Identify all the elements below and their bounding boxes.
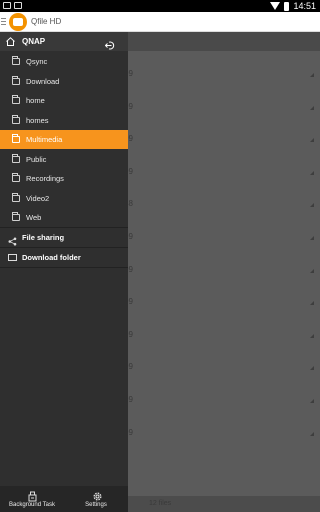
corner-indicator-icon bbox=[310, 105, 314, 110]
list-item[interactable]: 09 bbox=[124, 153, 320, 185]
list-item[interactable]: 09 bbox=[124, 316, 320, 348]
folder-icon bbox=[12, 56, 20, 65]
folder-icon bbox=[12, 114, 20, 124]
qfile-logo-icon[interactable] bbox=[9, 13, 27, 31]
corner-indicator-icon bbox=[310, 333, 314, 338]
files-count: 12 files bbox=[149, 500, 172, 507]
drawer-bottom-bar: Background Task Settings bbox=[0, 486, 128, 512]
list-item[interactable]: 09 bbox=[124, 55, 320, 87]
drawer-item-label: homes bbox=[26, 115, 49, 125]
navigation-drawer: QNAP Qsync Download home homes Multimedia Pub… bbox=[0, 32, 128, 512]
app-title: Qfile HD bbox=[31, 17, 62, 26]
drawer-item-home[interactable]: home bbox=[0, 91, 128, 110]
drawer-item-qsync[interactable]: Qsync bbox=[0, 52, 128, 71]
background-task-label: Background Task bbox=[9, 502, 55, 508]
drawer-item-download[interactable]: Download bbox=[0, 72, 128, 91]
list-item[interactable]: 09 bbox=[124, 120, 320, 152]
list-item[interactable]: 09 bbox=[124, 218, 320, 250]
folder-icon bbox=[12, 95, 20, 104]
drawer-item-label: Download bbox=[26, 76, 60, 86]
file-sharing-item[interactable]: File sharing bbox=[0, 228, 128, 247]
drawer-item-homes[interactable]: homes bbox=[0, 111, 128, 130]
file-sharing-label: File sharing bbox=[22, 233, 65, 242]
drawer-item-recordings[interactable]: Recordings bbox=[0, 169, 128, 188]
app-notification-icon bbox=[14, 2, 22, 9]
drawer-item-label: Recordings bbox=[26, 174, 64, 183]
folder-icon bbox=[12, 173, 20, 182]
settings-label: Settings bbox=[85, 502, 107, 508]
status-bar: 14:51 bbox=[0, 0, 320, 12]
folder-icon bbox=[12, 192, 20, 202]
list-item[interactable]: 09 bbox=[124, 414, 320, 446]
drawer-item-video2[interactable]: Video2 bbox=[0, 189, 128, 208]
drawer-item-label: Qsync bbox=[26, 57, 48, 66]
list-item[interactable]: 09 bbox=[124, 283, 320, 315]
list-item[interactable]: 09 bbox=[124, 381, 320, 413]
background-task-button[interactable]: Background Task bbox=[0, 486, 64, 512]
folder-icon bbox=[12, 134, 20, 143]
corner-indicator-icon bbox=[310, 431, 314, 436]
content-header bbox=[128, 32, 320, 51]
corner-indicator-icon bbox=[310, 366, 314, 371]
battery-icon bbox=[284, 1, 290, 11]
wifi-icon bbox=[270, 2, 281, 10]
menu-icon[interactable] bbox=[1, 18, 6, 27]
corner-indicator-icon bbox=[310, 203, 314, 208]
corner-indicator-icon bbox=[310, 399, 314, 403]
drawer-item-label: Multimedia bbox=[26, 135, 63, 144]
download-folder-icon bbox=[8, 254, 17, 261]
corner-indicator-icon bbox=[310, 170, 314, 175]
drawer-item-multimedia[interactable]: Multimedia bbox=[0, 130, 128, 149]
list-item[interactable]: 09 bbox=[124, 251, 320, 283]
server-name: QNAP bbox=[22, 37, 46, 46]
download-folder-label: Download folder bbox=[22, 253, 81, 262]
folder-icon bbox=[12, 212, 20, 221]
app-bar: Qfile HD bbox=[0, 12, 320, 32]
folder-icon bbox=[12, 75, 20, 85]
corner-indicator-icon bbox=[310, 138, 314, 143]
corner-indicator-icon bbox=[310, 236, 314, 240]
settings-button[interactable]: Settings bbox=[64, 486, 128, 512]
list-item[interactable]: 09 bbox=[124, 348, 320, 380]
drawer-item-label: Video2 bbox=[26, 193, 50, 203]
drawer-item-label: Web bbox=[26, 213, 42, 222]
drawer-item-public[interactable]: Public bbox=[0, 150, 128, 169]
corner-indicator-icon bbox=[310, 301, 314, 306]
home-icon[interactable] bbox=[6, 37, 15, 46]
corner-indicator-icon bbox=[310, 73, 314, 77]
download-folder-item[interactable]: Download folder bbox=[0, 248, 128, 267]
gallery-notification-icon bbox=[3, 2, 11, 9]
drawer-item-web[interactable]: Web bbox=[0, 208, 128, 227]
status-time: 14:51 bbox=[293, 1, 316, 11]
drawer-item-label: home bbox=[26, 96, 45, 105]
list-item[interactable]: 09 bbox=[124, 88, 320, 120]
drawer-header: QNAP bbox=[0, 32, 128, 51]
content-footer: 12 files bbox=[128, 496, 320, 512]
drawer-item-label: Public bbox=[26, 154, 47, 164]
list-item[interactable]: 48 bbox=[124, 185, 320, 217]
corner-indicator-icon bbox=[310, 268, 314, 273]
folder-icon bbox=[12, 153, 20, 163]
divider bbox=[0, 267, 128, 268]
